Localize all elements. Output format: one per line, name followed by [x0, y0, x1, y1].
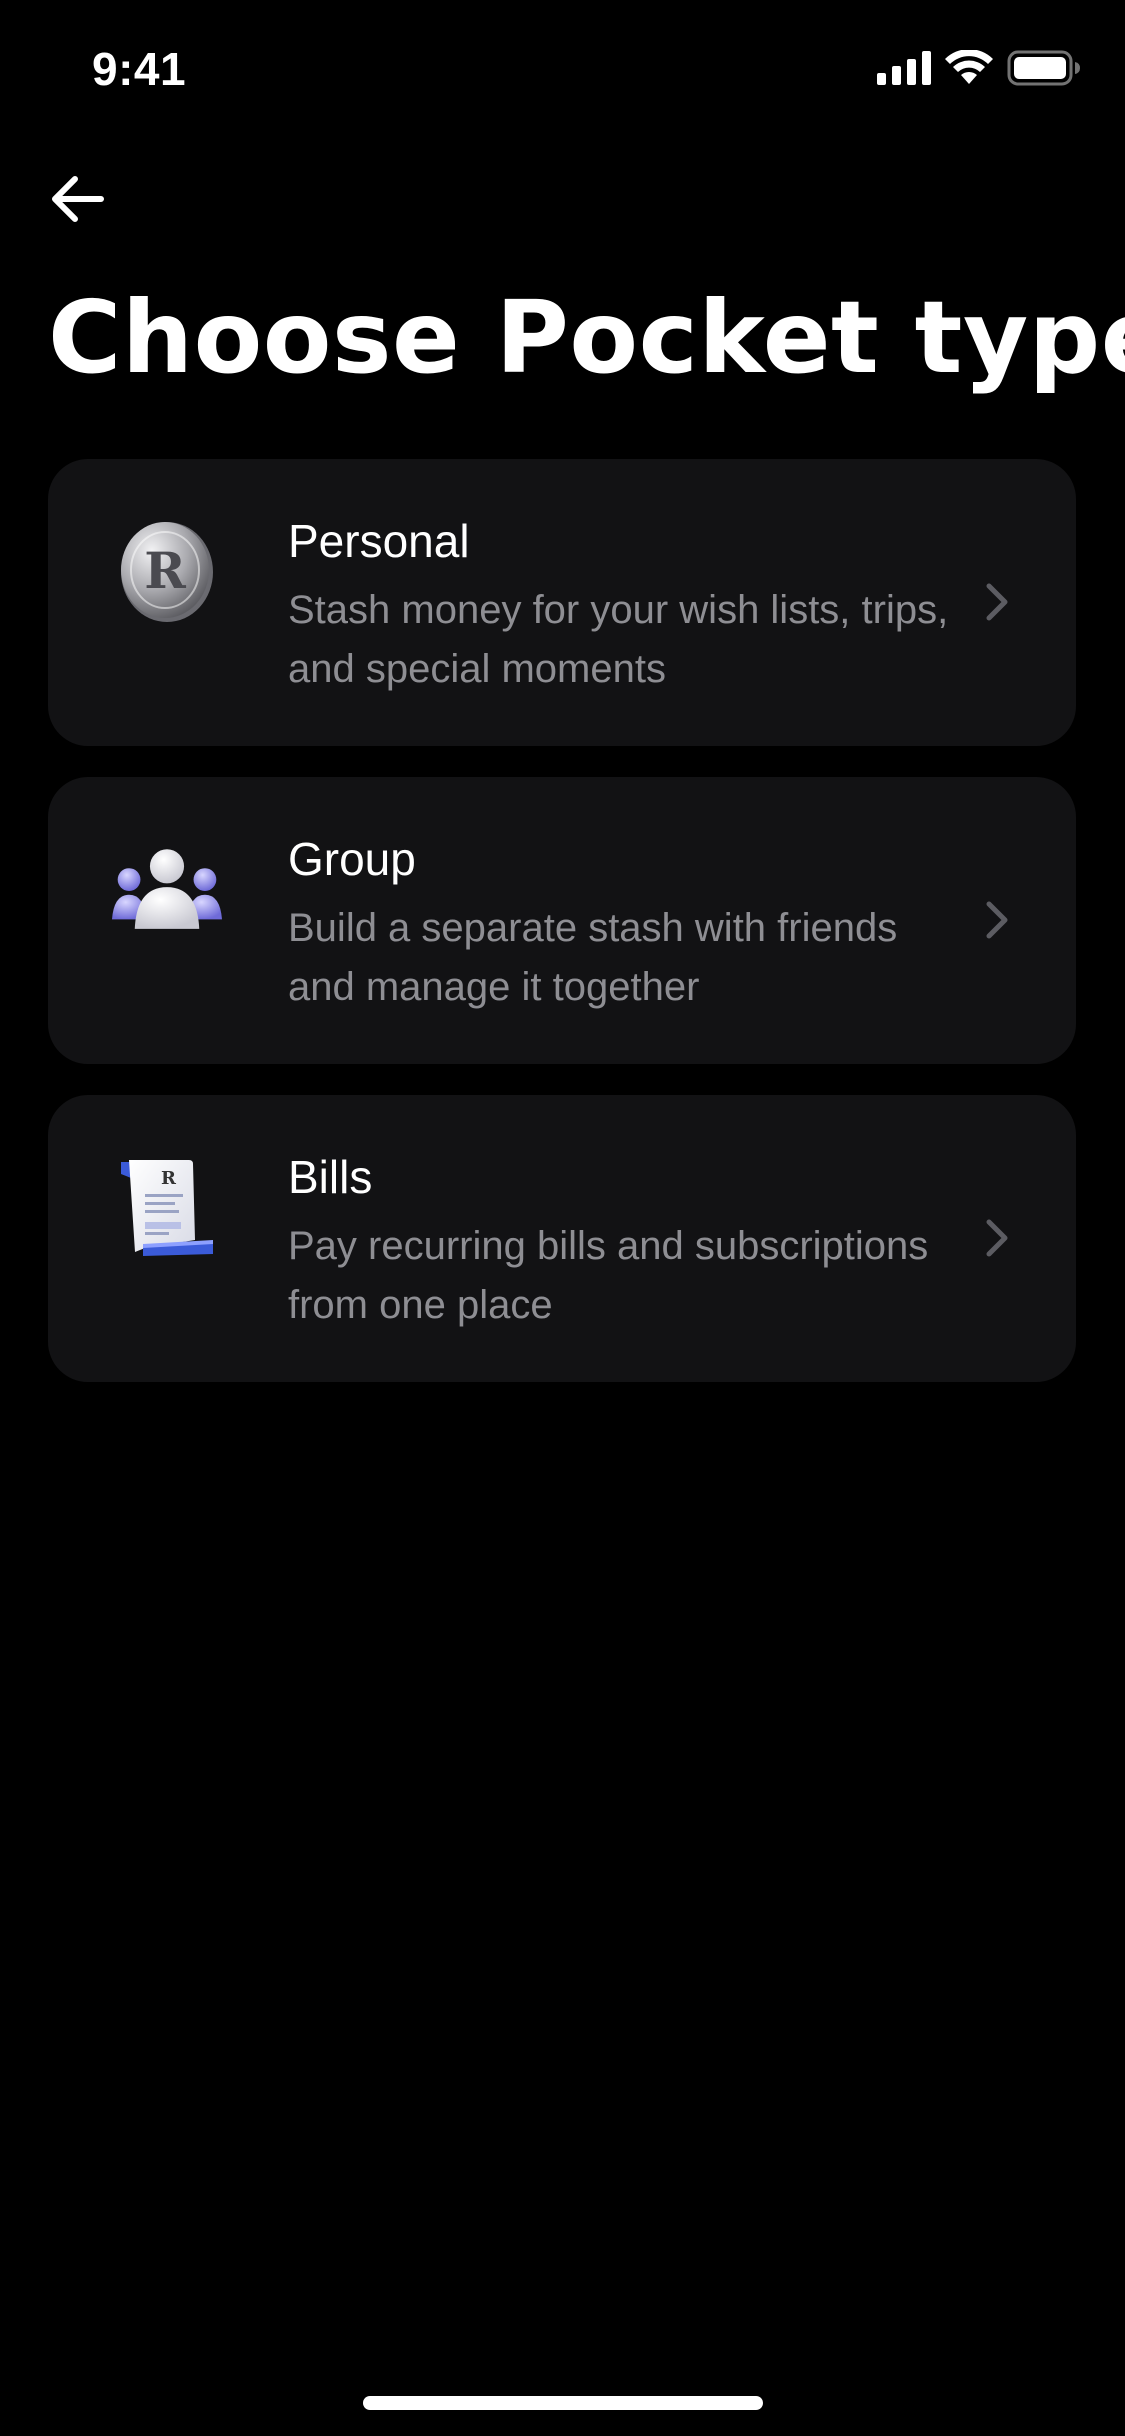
option-description: Build a separate stash with friends and …	[288, 906, 898, 1009]
arrow-left-icon	[49, 175, 105, 228]
svg-text:R: R	[161, 1168, 177, 1189]
wifi-icon	[945, 49, 993, 91]
option-text: Personal Stash money for your wish lists…	[288, 511, 968, 699]
option-title: Personal	[288, 515, 470, 567]
status-time: 9:41	[92, 43, 187, 95]
cellular-signal-icon	[877, 51, 931, 90]
option-group[interactable]: Group Build a separate stash with friend…	[48, 777, 1076, 1064]
battery-icon	[1007, 50, 1081, 91]
option-description: Pay recurring bills and subscriptions fr…	[288, 1224, 929, 1327]
option-text: Bills Pay recurring bills and subscripti…	[288, 1147, 968, 1335]
group-people-icon	[112, 835, 222, 945]
status-bar: 9:41	[0, 0, 1125, 140]
option-text: Group Build a separate stash with friend…	[288, 829, 968, 1017]
status-icons	[877, 49, 1081, 91]
chevron-right-icon	[982, 1213, 1012, 1263]
option-title: Bills	[288, 1151, 373, 1203]
option-description: Stash money for your wish lists, trips, …	[288, 588, 949, 691]
back-button[interactable]	[44, 168, 110, 234]
chevron-right-icon	[982, 895, 1012, 945]
svg-text:R: R	[144, 541, 186, 600]
coin-icon: R	[112, 517, 222, 627]
bill-receipt-icon: R	[112, 1153, 222, 1263]
option-title: Group	[288, 833, 416, 885]
page-title: Choose Pocket type	[48, 279, 1125, 396]
home-indicator[interactable]	[363, 2396, 763, 2410]
option-personal[interactable]: R Personal Stash money for your wish lis…	[48, 459, 1076, 746]
option-bills[interactable]: R Bills Pay recurring bills and subscrip…	[48, 1095, 1076, 1382]
chevron-right-icon	[982, 577, 1012, 627]
pocket-type-list: R Personal Stash money for your wish lis…	[48, 459, 1076, 1413]
